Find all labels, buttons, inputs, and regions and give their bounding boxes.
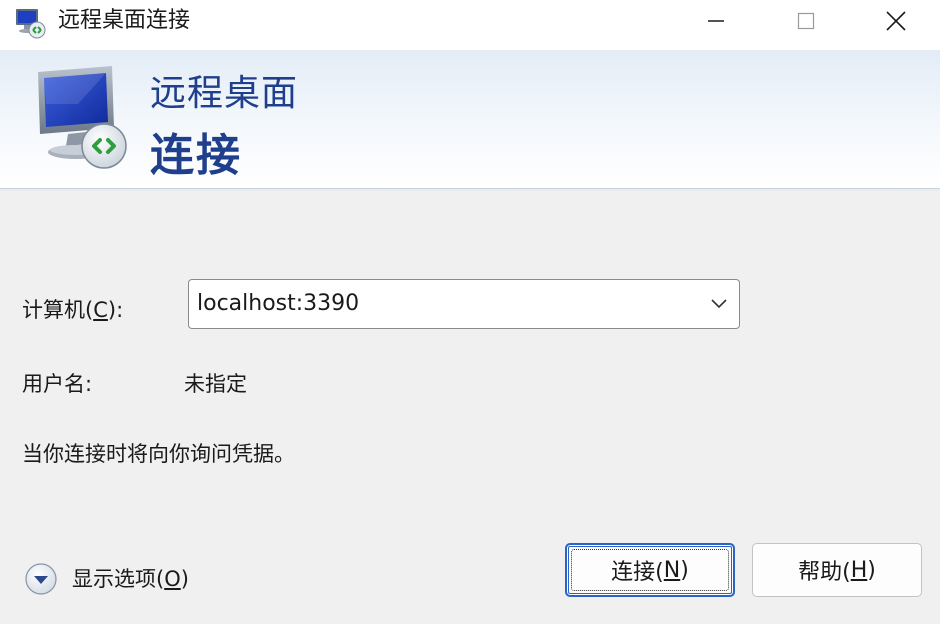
credentials-info-text: 当你连接时将向你询问凭据。 [22, 442, 295, 466]
username-value: 未指定 [184, 372, 247, 396]
minimize-button[interactable] [670, 0, 762, 42]
remote-desktop-monitor-icon [38, 66, 127, 169]
computer-label-suffix: ): [107, 298, 124, 322]
help-label-prefix: 帮助( [798, 560, 851, 585]
username-label: 用户名: [22, 372, 93, 396]
remote-desktop-window: 远程桌面连接 远程桌面 连接 计算机(C): localhost:3390 用户… [0, 0, 940, 624]
connect-label-suffix: ) [680, 557, 689, 583]
computer-combobox[interactable]: localhost:3390 [188, 279, 740, 329]
minimize-icon [708, 20, 724, 22]
computer-input[interactable]: localhost:3390 [197, 290, 359, 318]
maximize-icon [797, 12, 815, 30]
connect-label-prefix: 连接( [611, 560, 664, 585]
connect-button[interactable]: 连接(N) [565, 543, 735, 597]
help-label-key: H [850, 557, 868, 583]
header-banner: 远程桌面 连接 [0, 50, 940, 192]
expand-circle-down-icon[interactable] [24, 562, 58, 596]
title-bar[interactable]: 远程桌面连接 [0, 0, 940, 50]
banner-title-line2: 连接 [150, 130, 242, 181]
remote-desktop-icon [16, 9, 46, 39]
computer-label: 计算机(C): [22, 296, 123, 324]
help-button[interactable]: 帮助(H) [752, 543, 922, 597]
show-options-key: O [164, 567, 181, 591]
window-title: 远程桌面连接 [58, 8, 191, 33]
banner-title-line1: 远程桌面 [150, 73, 299, 114]
chevron-down-icon[interactable] [709, 296, 729, 312]
show-options-prefix: 显示选项( [72, 567, 165, 591]
maximize-button[interactable] [760, 0, 852, 42]
close-button[interactable] [850, 0, 940, 42]
help-label-suffix: ) [867, 557, 876, 583]
show-options-label: 显示选项(O) [72, 565, 189, 593]
computer-label-prefix: 计算机( [22, 298, 94, 322]
computer-label-key: C [93, 298, 108, 322]
close-icon [886, 11, 906, 31]
show-options-toggle[interactable]: 显示选项(O) [24, 562, 189, 596]
show-options-suffix: ) [180, 567, 189, 591]
connect-label-key: N [663, 557, 681, 583]
